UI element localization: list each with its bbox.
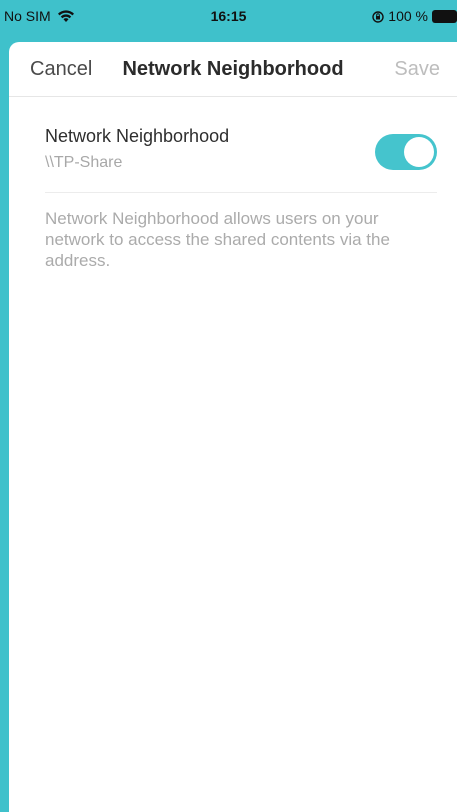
nav-bar: Cancel Network Neighborhood Save bbox=[9, 42, 457, 97]
share-address: \\TP-Share bbox=[45, 154, 123, 171]
page-title: Network Neighborhood bbox=[122, 58, 344, 80]
status-right: 100 % bbox=[372, 8, 457, 24]
battery-percent: 100 % bbox=[388, 8, 428, 24]
rotation-lock-icon bbox=[372, 10, 384, 23]
setting-title: Network Neighborhood bbox=[45, 126, 230, 146]
toggle-knob bbox=[404, 137, 434, 167]
modal-sheet: Cancel Network Neighborhood Save Network… bbox=[9, 42, 457, 812]
network-neighborhood-row: Network Neighborhood \\TP-Share bbox=[45, 124, 437, 193]
save-button[interactable]: Save bbox=[394, 58, 440, 81]
description-text: Network Neighborhood allows users on you… bbox=[45, 209, 390, 270]
status-bar: No SIM 16:15 100 % bbox=[0, 0, 457, 32]
battery-icon bbox=[432, 9, 457, 23]
network-neighborhood-toggle[interactable] bbox=[375, 134, 437, 170]
